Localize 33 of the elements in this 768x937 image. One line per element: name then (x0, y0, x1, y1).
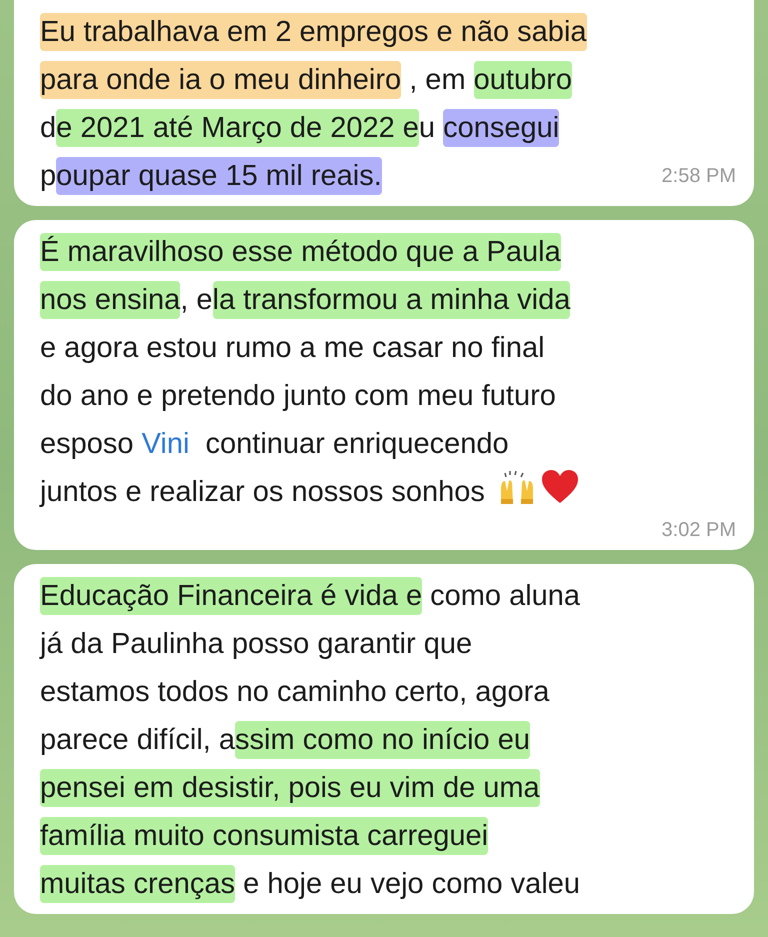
message-text: estamos todos no caminho certo, agora (40, 676, 550, 708)
highlighted-text: e 2021 até Março de 2022 e (56, 109, 419, 147)
highlighted-text: É maravilhoso esse método que a Paula (40, 233, 561, 271)
mention-link[interactable]: Vini (142, 428, 190, 460)
message-text: esposo (40, 428, 135, 460)
message-time: 3:02 PM (662, 518, 736, 543)
highlighted-text: para onde ia o meu dinheiro (40, 61, 402, 99)
message-text: já da Paulinha posso garantir que (40, 628, 472, 660)
heart-icon (540, 469, 579, 505)
highlighted-text: outubro (474, 61, 572, 99)
highlighted-text: consegui (443, 109, 560, 147)
highlighted-text: família muito consumista carreguei (40, 817, 488, 855)
message-text: e agora estou rumo a me casar no final (40, 332, 545, 364)
message-text: juntos e realizar os nossos sonhos (40, 476, 486, 508)
message-time: 2:58 PM (662, 164, 736, 189)
highlighted-text: ssim como no início eu (235, 721, 530, 759)
message-text: p (40, 160, 56, 192)
message-text: continuar enriquecendo (204, 428, 509, 460)
highlighted-text: Educação Financeira é vida e (40, 577, 422, 615)
message-text: u (418, 112, 436, 144)
message-text: , em (408, 64, 467, 96)
highlighted-text: Eu trabalhava em 2 empregos e não sabia (40, 13, 587, 51)
message-text: , e (180, 284, 213, 316)
message-text: d (40, 112, 56, 144)
highlighted-text: pensei em desistir, pois eu vim de uma (40, 769, 540, 807)
highlighted-text: muitas crenças (40, 865, 236, 903)
highlighted-text: la transformou a minha vida (212, 281, 570, 319)
highlighted-text: nos ensina (40, 281, 180, 319)
message-text: parece difícil, a (40, 724, 236, 756)
highlighted-text: oupar quase 15 mil reais. (56, 157, 382, 195)
message-text: como aluna (429, 580, 580, 612)
message-text: e hoje eu vejo como valeu (242, 868, 580, 900)
message-text: do ano e pretendo junto com meu futuro (40, 380, 556, 412)
